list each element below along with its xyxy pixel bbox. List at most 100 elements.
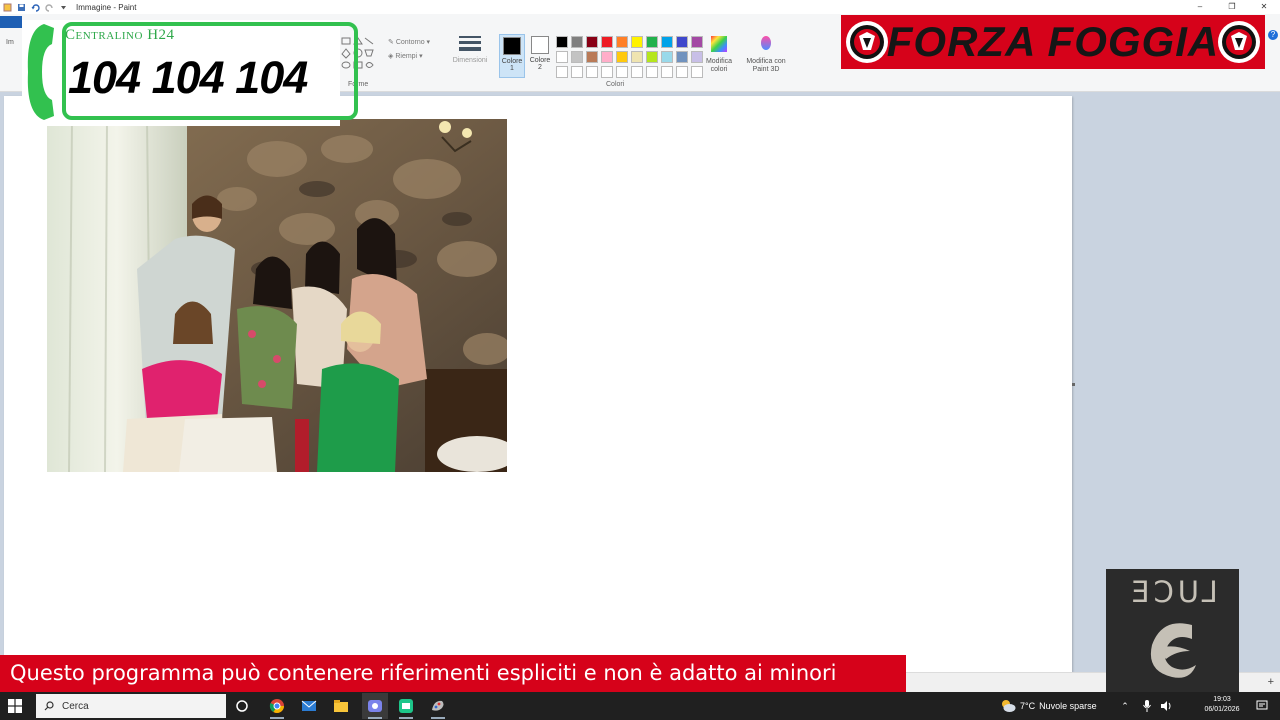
paint-app-icon <box>3 3 12 12</box>
speaker-icon[interactable] <box>1160 700 1172 712</box>
colore2-label: Colore 2 <box>529 57 551 71</box>
windows-start-icon[interactable] <box>8 699 22 713</box>
palette-swatch[interactable] <box>616 51 628 63</box>
palette-swatch[interactable] <box>586 51 598 63</box>
shape-options: ✎ Contorno ▾ ◈ Riempi ▾ <box>388 36 430 64</box>
group-photo-image <box>47 119 507 472</box>
dimensioni-label: Dimensioni <box>452 57 488 64</box>
palette-swatch[interactable] <box>661 66 673 78</box>
dimensioni-button[interactable]: Dimensioni <box>448 34 492 64</box>
app-icon[interactable] <box>398 698 414 714</box>
colore1-label: Colore 1 <box>501 58 523 72</box>
modifica-colori-label: Modifica colori <box>705 58 733 73</box>
undo-icon[interactable] <box>31 3 40 12</box>
palette-swatch[interactable] <box>601 66 613 78</box>
contorno-dropdown[interactable]: ✎ Contorno ▾ <box>388 36 430 50</box>
palette-swatch[interactable] <box>631 36 643 48</box>
luce-wordmark: LUCE <box>1127 575 1218 609</box>
foggia-crest-icon <box>846 21 888 63</box>
chrome-running-indicator <box>270 717 284 719</box>
app-running-indicator <box>399 717 413 719</box>
riempi-label: Riempi <box>395 53 418 60</box>
microphone-icon[interactable] <box>1141 700 1153 712</box>
colore1-swatch <box>503 37 521 55</box>
customize-arrow-icon[interactable] <box>59 3 68 12</box>
disclaimer-banner: Questo programma può contenere riferimen… <box>0 655 906 692</box>
color-palette <box>556 36 704 79</box>
foggia-crest-icon <box>1218 21 1260 63</box>
outline-icon: ✎ <box>388 39 396 46</box>
chrome-icon[interactable] <box>269 698 285 714</box>
chevron-up-icon[interactable]: ⌃ <box>1119 700 1131 712</box>
weather-temp[interactable]: 7°C <box>1020 701 1035 711</box>
pasted-photo[interactable] <box>47 119 507 472</box>
palette-swatch[interactable] <box>556 66 568 78</box>
palette-swatch[interactable] <box>631 51 643 63</box>
colore2-swatch <box>531 36 549 54</box>
teams-icon[interactable] <box>367 698 383 714</box>
palette-swatch[interactable] <box>646 66 658 78</box>
palette-swatch[interactable] <box>601 36 613 48</box>
palette-swatch[interactable] <box>646 36 658 48</box>
drawing-canvas[interactable] <box>4 96 1075 675</box>
modifica-colori-button[interactable]: Modifica colori <box>700 36 738 74</box>
paint3d-label: Modifica con Paint 3D <box>746 58 786 73</box>
clock-time: 19:03 <box>1213 696 1231 703</box>
palette-swatch[interactable] <box>586 66 598 78</box>
weather-text[interactable]: Nuvole sparse <box>1039 701 1097 711</box>
palette-swatch[interactable] <box>676 36 688 48</box>
save-icon[interactable] <box>17 3 26 12</box>
redo-icon[interactable] <box>45 3 54 12</box>
palette-swatch[interactable] <box>661 51 673 63</box>
palette-swatch[interactable] <box>571 36 583 48</box>
resize-handle-right[interactable] <box>1072 383 1075 386</box>
centralino-number: 104 104 104 <box>68 52 308 103</box>
paint3d-button[interactable]: Modifica con Paint 3D <box>740 36 792 74</box>
palette-swatch[interactable] <box>631 66 643 78</box>
system-tray: 7°C Nuvole sparse 19:03 06/01/2026 <box>1000 692 1240 720</box>
palette-swatch[interactable] <box>616 66 628 78</box>
file-explorer-icon[interactable] <box>333 698 349 714</box>
file-tab[interactable] <box>0 16 22 28</box>
edit-colors-icon <box>711 36 727 52</box>
canvas-workspace <box>0 92 1280 692</box>
clock-date: 06/01/2026 <box>1204 706 1240 713</box>
palette-swatch[interactable] <box>676 66 688 78</box>
palette-swatch[interactable] <box>586 36 598 48</box>
line-size-icon <box>459 36 481 51</box>
close-button[interactable]: ✕ <box>1248 0 1280 14</box>
notification-icon[interactable] <box>1256 700 1268 712</box>
palette-swatch[interactable] <box>616 36 628 48</box>
ribbon-left-group: Im <box>6 36 14 50</box>
search-placeholder: Cerca <box>62 700 89 712</box>
palette-swatch[interactable] <box>571 51 583 63</box>
palette-swatch[interactable] <box>676 51 688 63</box>
title-bar: Immagine - Paint – ❐ ✕ <box>0 0 1280 14</box>
palette-swatch[interactable] <box>646 51 658 63</box>
palette-swatch[interactable] <box>556 36 568 48</box>
colore2-button[interactable]: Colore 2 <box>527 34 553 71</box>
mail-icon[interactable] <box>301 698 317 714</box>
palette-swatch[interactable] <box>571 66 583 78</box>
luce-logo: LUCE <box>1106 569 1239 695</box>
minimize-button[interactable]: – <box>1184 0 1216 14</box>
restore-button[interactable]: ❐ <box>1216 0 1248 14</box>
weather-icon[interactable] <box>1000 699 1016 713</box>
zoom-in-button[interactable]: + <box>1268 676 1274 688</box>
palette-swatch[interactable] <box>556 51 568 63</box>
colore1-button[interactable]: Colore 1 <box>499 34 525 78</box>
palette-swatch[interactable] <box>661 36 673 48</box>
forza-foggia-text: FORZA FOGGIA <box>886 18 1220 65</box>
help-icon[interactable]: ? <box>1268 30 1278 40</box>
riempi-dropdown[interactable]: ◈ Riempi ▾ <box>388 50 430 64</box>
paint-running-indicator <box>431 717 445 719</box>
window-title: Immagine - Paint <box>76 2 137 12</box>
ribbon-left-label[interactable]: Im <box>6 36 14 50</box>
paint-taskbar-icon[interactable] <box>430 698 446 714</box>
forza-foggia-banner: FORZA FOGGIA <box>841 15 1265 69</box>
palette-swatch[interactable] <box>601 51 613 63</box>
taskbar-search-box[interactable]: Cerca <box>36 694 226 718</box>
taskbar-clock[interactable]: 19:03 06/01/2026 <box>1204 695 1240 715</box>
cortana-icon[interactable] <box>234 698 250 714</box>
colori-group-label: Colori <box>606 81 625 88</box>
